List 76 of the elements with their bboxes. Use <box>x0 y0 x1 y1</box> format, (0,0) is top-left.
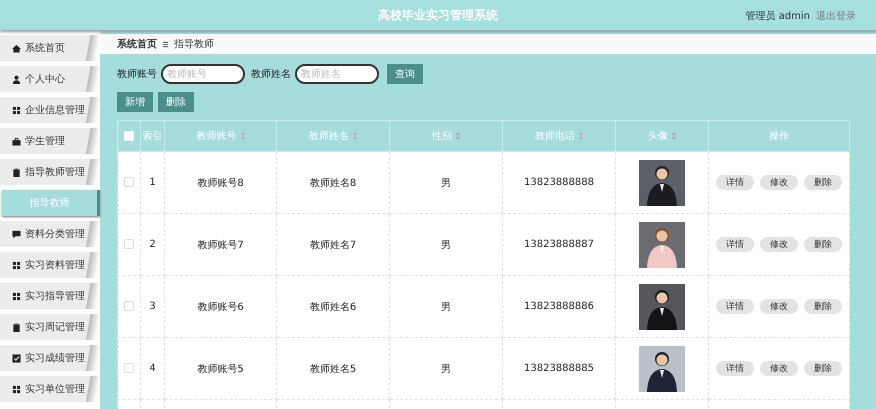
detail-button[interactable]: 详情 <box>716 175 754 190</box>
row-checkbox[interactable] <box>124 363 134 374</box>
table-cell: 2 <box>149 239 156 250</box>
table-cell: 教师姓名6 <box>310 302 356 312</box>
sort-icon[interactable] <box>353 132 357 140</box>
home-icon <box>12 44 21 52</box>
sidebar-item[interactable]: 实习资料管理 <box>0 252 100 278</box>
separator-icon <box>162 40 169 48</box>
table-cell: 13823888888 <box>524 177 594 188</box>
edit-button[interactable]: 修改 <box>760 299 798 314</box>
sidebar-item[interactable]: 指导教师管理 <box>0 159 100 185</box>
sidebar-item[interactable]: 学生管理 <box>0 128 100 154</box>
sidebar-item[interactable]: 实习单位管理 <box>0 376 100 402</box>
table-cell: 教师姓名7 <box>310 240 356 250</box>
breadcrumb-link[interactable]: 系统首页 <box>117 37 157 51</box>
sidebar-item[interactable]: 资料分类管理 <box>0 221 100 247</box>
table-cell: 教师姓名8 <box>310 178 356 188</box>
table-cell: 13823888887 <box>524 239 594 250</box>
table-cell: 3 <box>149 301 156 312</box>
sidebar-item[interactable]: 个人中心 <box>0 66 100 92</box>
user-icon <box>12 74 21 84</box>
sidebar-item[interactable]: 企业信息管理 <box>0 97 100 123</box>
clipboard-icon <box>12 322 21 332</box>
table-cell: 教师账号7 <box>197 240 244 250</box>
table-cell: 男 <box>441 364 451 374</box>
sort-icon[interactable] <box>240 132 244 140</box>
field-label: 教师账号 <box>117 68 157 81</box>
briefcase-icon <box>12 136 21 146</box>
table-cell: 教师账号8 <box>197 178 244 188</box>
grid-icon <box>12 384 21 394</box>
table-cell: 教师账号5 <box>197 364 244 374</box>
search-field[interactable]: 教师账号 <box>161 64 245 84</box>
detail-button[interactable]: 详情 <box>716 361 754 376</box>
delete-button[interactable]: 删除 <box>804 361 842 376</box>
delete-button[interactable]: 删除 <box>158 92 194 112</box>
delete-button[interactable]: 删除 <box>804 299 842 314</box>
sidebar-item[interactable]: 实习成绩管理 <box>0 345 100 371</box>
table-cell: 13823888885 <box>524 363 594 374</box>
clipboard-icon <box>12 168 21 176</box>
delete-button[interactable]: 删除 <box>804 175 842 190</box>
sidebar-item[interactable]: 实习周记管理 <box>0 314 100 340</box>
field-label: 教师姓名 <box>251 68 291 81</box>
add-button[interactable]: 新增 <box>117 92 153 112</box>
table-cell: 1 <box>149 177 156 188</box>
breadcrumb-current: 指导教师 <box>174 38 214 51</box>
app-title: 高校毕业实习管理系统 <box>378 6 498 24</box>
sort-icon[interactable] <box>672 132 676 140</box>
table-cell: 教师账号6 <box>197 302 244 312</box>
delete-button[interactable]: 删除 <box>804 237 842 252</box>
table-cell: 13823888886 <box>524 301 594 312</box>
sidebar-item[interactable]: 系统首页 <box>0 35 100 61</box>
table-cell: 男 <box>441 302 451 312</box>
detail-button[interactable]: 详情 <box>716 237 754 252</box>
sidebar-item[interactable]: 实习指导管理 <box>0 283 100 309</box>
sort-icon[interactable] <box>456 132 460 140</box>
row-checkbox[interactable] <box>124 239 134 250</box>
row-checkbox[interactable] <box>124 177 134 188</box>
grid-icon <box>12 292 21 300</box>
table-cell: 4 <box>149 363 156 374</box>
search-field[interactable]: 教师姓名 <box>295 64 379 84</box>
sort-icon[interactable] <box>579 132 583 140</box>
search-button[interactable]: 查询 <box>387 64 423 84</box>
grid-icon <box>12 260 21 270</box>
table-cell: 男 <box>441 178 451 188</box>
select-all-checkbox[interactable] <box>124 130 134 141</box>
edit-button[interactable]: 修改 <box>760 361 798 376</box>
row-checkbox[interactable] <box>124 301 134 312</box>
table-cell: 男 <box>441 240 451 250</box>
checkbox-icon <box>12 354 21 362</box>
user-label: 管理员 admin <box>745 10 810 23</box>
grid-icon <box>12 106 21 114</box>
edit-button[interactable]: 修改 <box>760 237 798 252</box>
edit-button[interactable]: 修改 <box>760 175 798 190</box>
table-cell: 教师姓名5 <box>310 364 356 374</box>
chat-icon <box>12 230 21 238</box>
detail-button[interactable]: 详情 <box>716 299 754 314</box>
